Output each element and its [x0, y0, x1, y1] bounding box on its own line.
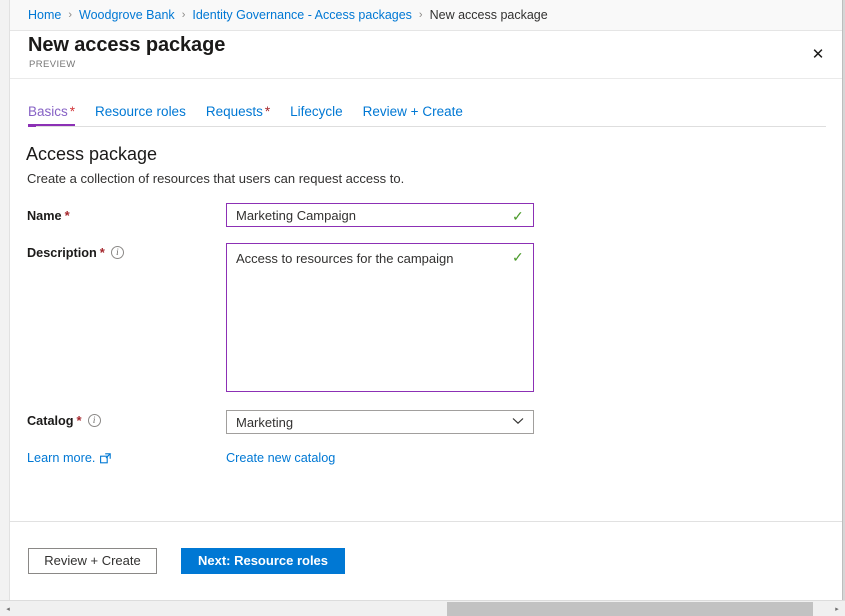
catalog-dropdown[interactable]: Marketing	[226, 410, 534, 434]
description-field-label: Description* i	[27, 245, 124, 260]
page-title: New access package	[28, 34, 225, 57]
tab-basics-label: Basics	[28, 104, 68, 119]
tab-requests-label: Requests	[206, 104, 263, 119]
tab-bar: Basics* Resource roles Requests* Lifecyc…	[10, 79, 842, 127]
catalog-label-text: Catalog	[27, 414, 74, 428]
tab-review-create[interactable]: Review + Create	[363, 104, 463, 127]
next-resource-roles-button[interactable]: Next: Resource roles >	[181, 548, 345, 574]
scrollbar-thumb[interactable]	[447, 602, 813, 616]
breadcrumb-separator: ›	[68, 9, 72, 21]
tab-basics-required-mark: *	[70, 104, 75, 119]
blade-title-bar: New access package PREVIEW ✕	[10, 31, 842, 79]
form-body: Access package Create a collection of re…	[10, 127, 842, 521]
description-required-mark: *	[100, 245, 105, 260]
name-input[interactable]	[226, 203, 534, 227]
breadcrumb-item-home[interactable]: Home	[28, 8, 61, 22]
section-subtitle: Create a collection of resources that us…	[27, 171, 404, 186]
azure-portal-blade: Home › Woodgrove Bank › Identity Governa…	[0, 0, 845, 616]
create-new-catalog-label: Create new catalog	[226, 451, 335, 465]
breadcrumb-separator: ›	[419, 9, 423, 21]
description-textarea[interactable]	[226, 243, 534, 392]
scrollbar-track[interactable]	[16, 601, 829, 616]
name-field-label: Name*	[27, 208, 70, 223]
tab-lifecycle-label: Lifecycle	[290, 104, 343, 119]
create-new-catalog-link[interactable]: Create new catalog	[226, 451, 335, 465]
breadcrumb-item-identity-governance[interactable]: Identity Governance - Access packages	[192, 8, 412, 22]
tab-lifecycle[interactable]: Lifecycle	[290, 104, 343, 127]
info-icon[interactable]: i	[88, 414, 101, 427]
name-label-text: Name	[27, 209, 62, 223]
name-required-mark: *	[65, 208, 70, 223]
info-icon[interactable]: i	[111, 246, 124, 259]
learn-more-label: Learn more.	[27, 451, 95, 465]
left-gutter	[0, 0, 10, 600]
description-label-text: Description	[27, 246, 97, 260]
tab-resource-roles[interactable]: Resource roles	[95, 104, 186, 127]
scroll-left-arrow-icon[interactable]: ◂	[0, 601, 16, 616]
catalog-selected-value: Marketing	[236, 415, 293, 430]
section-title: Access package	[26, 144, 157, 165]
preview-badge: PREVIEW	[29, 59, 76, 70]
catalog-required-mark: *	[77, 413, 82, 428]
chevron-down-icon	[512, 416, 524, 428]
breadcrumb-separator: ›	[182, 9, 186, 21]
tab-basics[interactable]: Basics*	[28, 104, 75, 127]
scroll-right-arrow-icon[interactable]: ▸	[829, 601, 845, 616]
close-icon[interactable]: ✕	[797, 31, 839, 77]
catalog-field-label: Catalog* i	[27, 413, 101, 428]
breadcrumb-item-woodgrove-bank[interactable]: Woodgrove Bank	[79, 8, 175, 22]
horizontal-scrollbar[interactable]: ◂ ▸	[0, 600, 845, 616]
tab-review-create-label: Review + Create	[363, 104, 463, 119]
blade-footer: Review + Create Next: Resource roles >	[10, 521, 842, 600]
external-link-icon	[100, 453, 111, 464]
breadcrumb-item-current: New access package	[430, 8, 548, 22]
breadcrumb: Home › Woodgrove Bank › Identity Governa…	[10, 0, 842, 31]
tab-resource-roles-label: Resource roles	[95, 104, 186, 119]
learn-more-link[interactable]: Learn more.	[27, 451, 111, 465]
tab-requests[interactable]: Requests*	[206, 104, 270, 127]
review-create-button[interactable]: Review + Create	[28, 548, 157, 574]
tab-requests-required-mark: *	[265, 104, 270, 119]
